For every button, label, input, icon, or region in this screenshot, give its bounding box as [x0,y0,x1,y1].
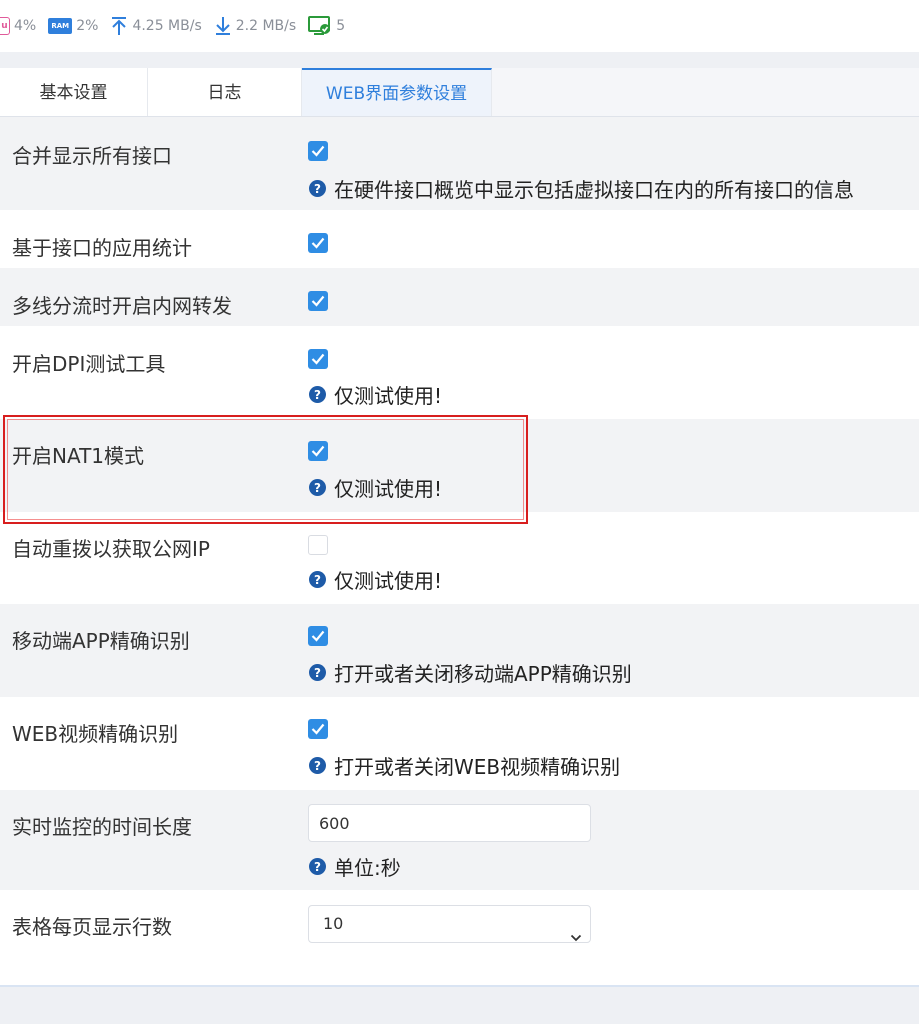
help-text: 仅测试使用! [334,569,443,593]
help-text: 仅测试使用! [334,384,443,408]
help-text: 单位:秒 [334,856,401,880]
help-icon: ? [309,858,326,875]
settings-panel: 合并显示所有接口 ? 在硬件接口概览中显示包括虚拟接口在内的所有接口的信息 基于… [0,117,919,987]
mobile-app-checkbox[interactable] [308,626,328,646]
setting-row-web-video: WEB视频精确识别 ? 打开或者关闭WEB视频精确识别 [0,697,919,790]
help-icon: ? [309,664,326,681]
help-text: 在硬件接口概览中显示包括虚拟接口在内的所有接口的信息 [334,178,854,202]
cpu-stat: u 4% [0,17,36,35]
setting-help: ? 单位:秒 [309,852,401,881]
setting-label: 多线分流时开启内网转发 [12,294,232,318]
setting-row-merge-interfaces: 合并显示所有接口 ? 在硬件接口概览中显示包括虚拟接口在内的所有接口的信息 [0,117,919,210]
highlight-annotation-inner [7,419,524,520]
monitor-duration-input[interactable] [308,804,591,842]
online-value: 5 [336,18,346,34]
setting-label: 开启DPI测试工具 [12,352,166,376]
rows-per-page-select[interactable]: 10 [308,905,591,943]
help-text: 打开或者关闭移动端APP精确识别 [334,662,632,686]
setting-row-dpi-test: 开启DPI测试工具 ? 仅测试使用! [0,326,919,419]
help-icon: ? [309,571,326,588]
help-icon: ? [309,180,326,197]
setting-help: ? 仅测试使用! [309,565,442,594]
setting-label: WEB视频精确识别 [12,722,179,746]
download-stat: 2.2 MB/s [214,16,296,36]
help-icon: ? [309,386,326,403]
download-value: 2.2 MB/s [235,18,297,34]
setting-label: 实时监控的时间长度 [12,815,192,839]
status-bar: u 4% RAM 2% 4.25 MB/s 2.2 MB/s 5 [0,0,919,52]
dpi-test-checkbox[interactable] [308,349,328,369]
setting-label: 表格每页显示行数 [12,915,172,939]
online-monitor-icon [308,16,332,36]
cpu-value: 4% [14,18,37,34]
lan-forward-checkbox[interactable] [308,291,328,311]
setting-row-mobile-app: 移动端APP精确识别 ? 打开或者关闭移动端APP精确识别 [0,604,919,697]
ram-icon: RAM [48,18,73,34]
app-stats-checkbox[interactable] [308,233,328,253]
help-text: 打开或者关闭WEB视频精确识别 [334,755,621,779]
setting-help: ? 打开或者关闭WEB视频精确识别 [309,751,620,780]
setting-help: ? 在硬件接口概览中显示包括虚拟接口在内的所有接口的信息 [309,174,854,203]
setting-help: ? 打开或者关闭移动端APP精确识别 [309,658,632,687]
ram-stat: RAM 2% [48,18,98,34]
setting-label: 合并显示所有接口 [12,144,172,168]
setting-row-lan-forward: 多线分流时开启内网转发 [0,268,919,326]
setting-row-app-stats: 基于接口的应用统计 [0,210,919,268]
web-video-checkbox[interactable] [308,719,328,739]
setting-row-monitor-duration: 实时监控的时间长度 ? 单位:秒 [0,790,919,890]
chevron-down-icon [570,919,582,955]
setting-label: 移动端APP精确识别 [12,629,190,653]
tab-bar: 基本设置 日志 WEB界面参数设置 [0,68,919,117]
setting-label: 自动重拨以获取公网IP [12,537,210,561]
merge-interfaces-checkbox[interactable] [308,141,328,161]
setting-help: ? 仅测试使用! [309,380,442,409]
upload-stat: 4.25 MB/s [110,16,202,36]
upload-arrow-icon [110,16,128,36]
online-devices-stat: 5 [308,16,345,36]
ram-value: 2% [76,18,99,34]
download-arrow-icon [214,16,232,36]
setting-row-rows-per-page: 表格每页显示行数 10 [0,890,919,985]
tab-web-ui-settings[interactable]: WEB界面参数设置 [302,68,492,116]
auto-redial-checkbox[interactable] [308,535,328,555]
tab-basic-settings[interactable]: 基本设置 [0,68,148,116]
tab-log[interactable]: 日志 [148,68,302,116]
cpu-icon: u [0,17,10,35]
setting-label: 基于接口的应用统计 [12,236,192,260]
help-icon: ? [309,757,326,774]
select-value: 10 [323,914,344,933]
setting-row-auto-redial: 自动重拨以获取公网IP ? 仅测试使用! [0,512,919,604]
upload-value: 4.25 MB/s [132,18,202,34]
